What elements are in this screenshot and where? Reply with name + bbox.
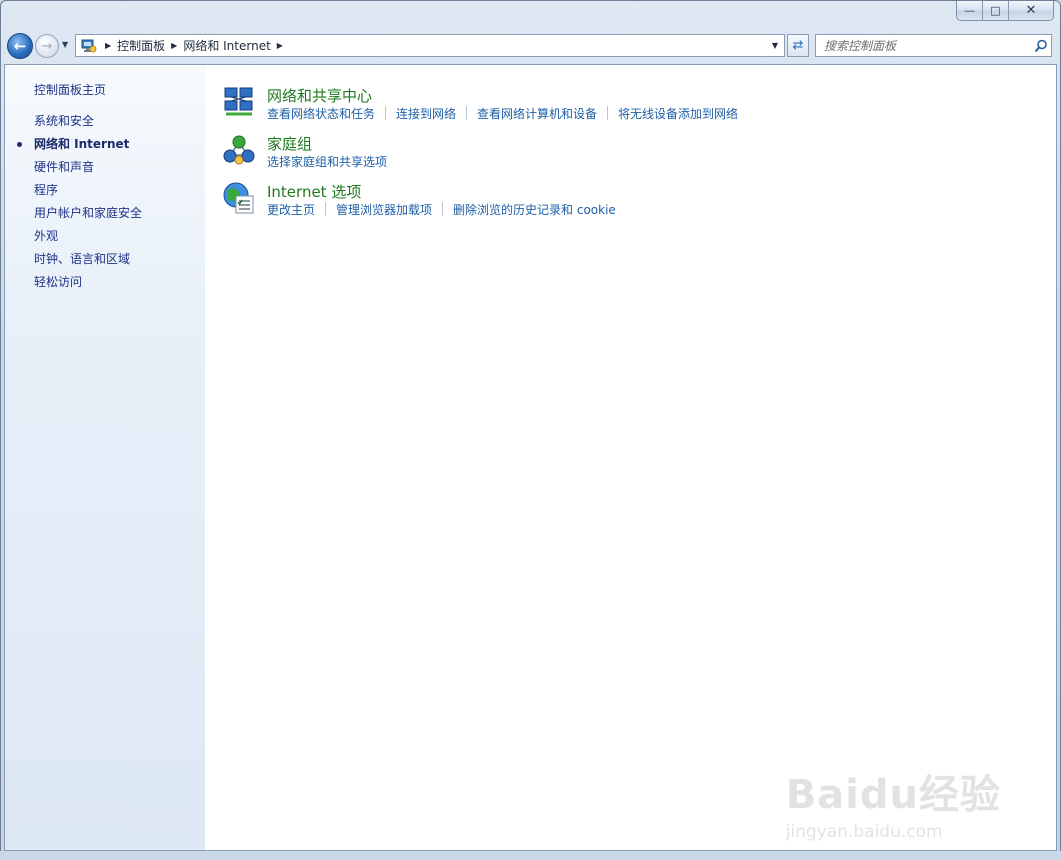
content-area: 控制面板主页 系统和安全 网络和 Internet 硬件和声音 程序 用户帐户和… bbox=[4, 64, 1057, 851]
link-divider bbox=[325, 202, 327, 216]
main-panel: 网络和共享中心 查看网络状态和任务 连接到网络 查看网络计算机和设备 将无线设备… bbox=[205, 65, 1056, 850]
control-panel-icon bbox=[79, 37, 99, 55]
link-divider bbox=[607, 106, 609, 120]
link-view-network-status[interactable]: 查看网络状态和任务 bbox=[267, 105, 375, 122]
link-change-home-page[interactable]: 更改主页 bbox=[267, 201, 315, 218]
close-button[interactable]: ✕ bbox=[1009, 1, 1053, 20]
sidebar-item-appearance[interactable]: 外观 bbox=[34, 229, 142, 252]
breadcrumb-separator[interactable]: ▶ bbox=[171, 41, 177, 50]
sidebar-item-network-internet[interactable]: 网络和 Internet bbox=[17, 137, 142, 160]
category-links: 更改主页 管理浏览器加载项 删除浏览的历史记录和 cookie bbox=[267, 201, 616, 218]
address-dropdown-button[interactable]: ▼ bbox=[766, 35, 784, 56]
link-manage-add-ons[interactable]: 管理浏览器加载项 bbox=[336, 201, 432, 218]
sidebar-item-label: 外观 bbox=[34, 229, 59, 243]
control-panel-window: — □ ✕ ← → ▼ ▶ 控制面板 ▶ 网络和 Internet ▶ ▼ ⇄ … bbox=[0, 0, 1061, 860]
navigation-bar: ← → ▼ ▶ 控制面板 ▶ 网络和 Internet ▶ ▼ ⇄ bbox=[5, 31, 1054, 61]
link-connect-to-network[interactable]: 连接到网络 bbox=[396, 105, 456, 122]
sidebar: 控制面板主页 系统和安全 网络和 Internet 硬件和声音 程序 用户帐户和… bbox=[5, 65, 205, 850]
active-bullet-icon bbox=[17, 142, 22, 147]
sidebar-item-label: 系统和安全 bbox=[34, 114, 95, 128]
address-bar[interactable]: ▶ 控制面板 ▶ 网络和 Internet ▶ ▼ bbox=[75, 34, 785, 57]
link-add-wireless-device[interactable]: 将无线设备添加到网络 bbox=[618, 105, 738, 122]
breadcrumb-separator[interactable]: ▶ bbox=[277, 41, 283, 50]
sidebar-list: 系统和安全 网络和 Internet 硬件和声音 程序 用户帐户和家庭安全 外观… bbox=[17, 114, 142, 298]
search-input[interactable] bbox=[816, 35, 1031, 56]
sidebar-item-ease-of-access[interactable]: 轻松访问 bbox=[34, 275, 142, 298]
search-box[interactable] bbox=[815, 34, 1052, 57]
sidebar-item-label: 轻松访问 bbox=[34, 275, 83, 289]
link-divider bbox=[466, 106, 468, 120]
recent-pages-dropdown[interactable]: ▼ bbox=[62, 40, 68, 49]
category-links: 选择家庭组和共享选项 bbox=[267, 153, 387, 170]
back-button[interactable]: ← bbox=[7, 33, 33, 59]
breadcrumb-separator[interactable]: ▶ bbox=[105, 41, 111, 50]
sidebar-item-label: 时钟、语言和区域 bbox=[34, 252, 131, 266]
sidebar-item-programs[interactable]: 程序 bbox=[34, 183, 142, 206]
breadcrumb-network-internet[interactable]: 网络和 Internet bbox=[183, 37, 270, 54]
refresh-button[interactable]: ⇄ bbox=[787, 34, 809, 57]
homegroup-icon[interactable] bbox=[222, 133, 258, 169]
sidebar-item-hardware-sound[interactable]: 硬件和声音 bbox=[34, 160, 142, 183]
category-title[interactable]: Internet 选项 bbox=[267, 181, 361, 202]
caption-buttons: — □ ✕ bbox=[956, 1, 1054, 21]
minimize-button[interactable]: — bbox=[957, 1, 983, 20]
sidebar-home-link[interactable]: 控制面板主页 bbox=[34, 81, 106, 98]
window-bottom-edge bbox=[0, 851, 1061, 860]
sidebar-item-user-accounts[interactable]: 用户帐户和家庭安全 bbox=[34, 206, 142, 229]
breadcrumb-control-panel[interactable]: 控制面板 bbox=[117, 37, 165, 54]
baidu-jingyan-watermark: Baidu经验 jingyan.baidu.com bbox=[786, 762, 1001, 842]
category-title[interactable]: 网络和共享中心 bbox=[267, 85, 372, 106]
sidebar-item-label: 网络和 Internet bbox=[34, 137, 130, 151]
sidebar-item-clock-language-region[interactable]: 时钟、语言和区域 bbox=[34, 252, 142, 275]
watermark-url: jingyan.baidu.com bbox=[785, 822, 943, 842]
link-divider bbox=[385, 106, 387, 120]
sidebar-item-label: 硬件和声音 bbox=[34, 160, 95, 174]
link-homegroup-sharing-options[interactable]: 选择家庭组和共享选项 bbox=[267, 153, 387, 170]
link-view-network-computers[interactable]: 查看网络计算机和设备 bbox=[477, 105, 597, 122]
network-sharing-center-icon[interactable] bbox=[222, 85, 258, 121]
maximize-button[interactable]: □ bbox=[983, 1, 1009, 20]
internet-options-icon[interactable] bbox=[222, 181, 258, 217]
watermark-logo: Baidu经验 bbox=[785, 772, 1001, 818]
sidebar-item-label: 程序 bbox=[34, 183, 59, 197]
link-delete-browsing-history[interactable]: 删除浏览的历史记录和 cookie bbox=[453, 201, 616, 218]
link-divider bbox=[442, 202, 444, 216]
sidebar-item-system-security[interactable]: 系统和安全 bbox=[34, 114, 142, 137]
category-title[interactable]: 家庭组 bbox=[267, 133, 312, 154]
forward-button[interactable]: → bbox=[35, 34, 59, 58]
sidebar-item-label: 用户帐户和家庭安全 bbox=[34, 206, 143, 220]
category-links: 查看网络状态和任务 连接到网络 查看网络计算机和设备 将无线设备添加到网络 bbox=[267, 105, 738, 122]
search-icon[interactable] bbox=[1031, 36, 1051, 56]
